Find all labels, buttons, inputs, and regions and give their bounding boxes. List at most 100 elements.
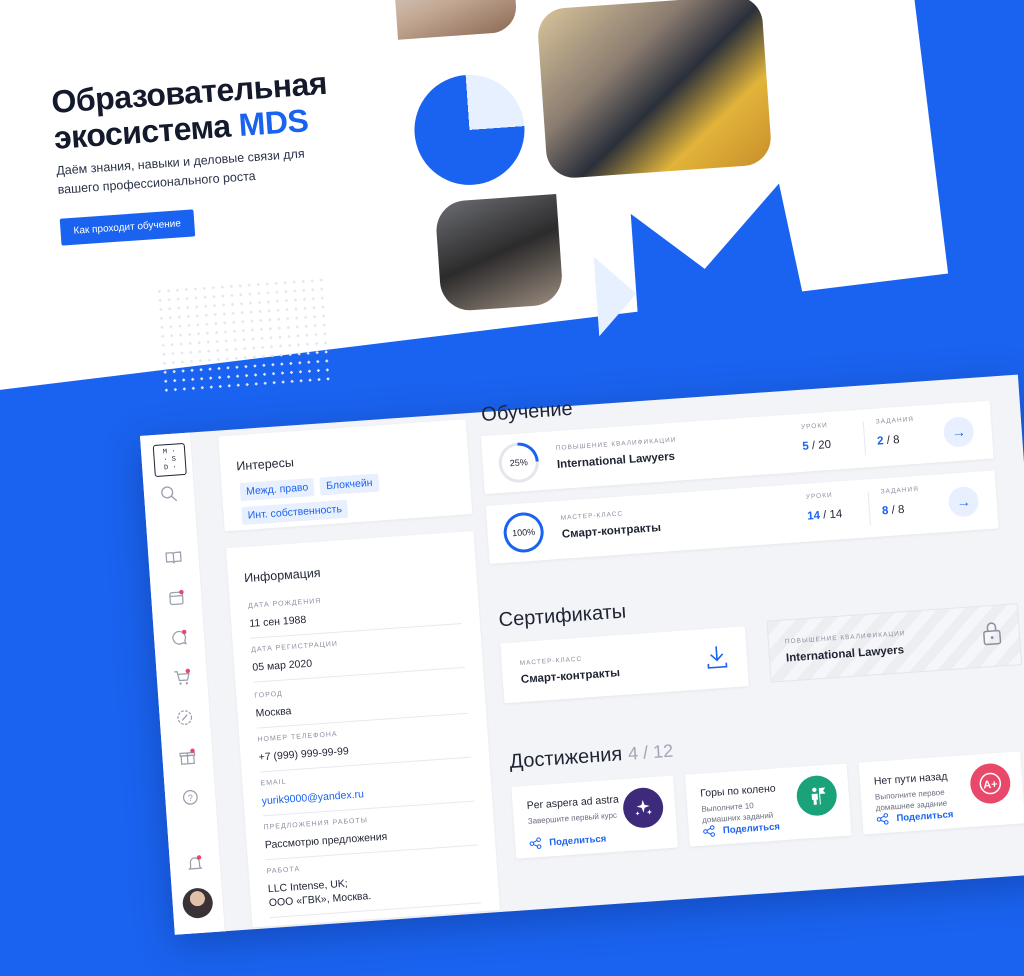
lessons-total: / 14 xyxy=(822,508,843,522)
share-icon xyxy=(703,825,715,837)
info-field-job-offers: ПРЕДЛОЖЕНИЯ РАБОТЫ Рассмотрю предложения xyxy=(263,809,478,861)
info-field-registration: ДАТА РЕГИСТРАЦИИ 05 мар 2020 xyxy=(250,631,465,683)
info-field-birthdate: ДАТА РОЖДЕНИЯ 11 сен 1988 xyxy=(247,588,462,639)
progress-ring: 25% xyxy=(497,441,541,484)
user-avatar[interactable] xyxy=(181,887,214,920)
tasks-label: ЗАДАНИЯ xyxy=(875,415,915,426)
course-kicker: МАСТЕР-КЛАСС xyxy=(560,510,624,522)
photo-man-laptop xyxy=(434,194,564,313)
achievement-desc: Завершите первый курс xyxy=(527,810,618,826)
info-title: Информация xyxy=(243,565,322,586)
lessons-value: 14 / 14 xyxy=(807,508,843,522)
stars-icon xyxy=(621,786,665,830)
interest-tags: Межд. право Блокчейн Инт. собственность xyxy=(239,468,462,526)
achievement-title: Нет пути назад xyxy=(873,770,948,788)
achievements-label: Достижения xyxy=(508,743,623,773)
info-panel: Информация ДАТА РОЖДЕНИЯ 11 сен 1988 ДАТ… xyxy=(226,530,500,928)
tasks-total: / 8 xyxy=(886,434,900,447)
photo-woman-with-phone xyxy=(391,0,518,40)
book-icon[interactable] xyxy=(161,545,187,571)
share-label: Поделиться xyxy=(548,832,607,848)
hero-title: Образовательная экосистема MDS xyxy=(50,65,330,156)
tasks-stat: ЗАДАНИЯ 2 / 8 xyxy=(876,416,916,448)
achievement-title: Per aspera ad astra xyxy=(526,793,620,812)
achievement-card[interactable]: Нет пути назад Выполните первое домашнее… xyxy=(858,751,1024,835)
share-icon xyxy=(529,837,542,849)
course-name: International Lawyers xyxy=(556,450,676,471)
flag-person-icon xyxy=(795,774,839,818)
discount-icon[interactable] xyxy=(172,705,198,731)
stat-divider xyxy=(867,491,872,526)
course-name: Смарт-контракты xyxy=(561,521,662,541)
grade-a-plus-icon: A+ xyxy=(968,762,1012,805)
achievement-title: Горы по колено xyxy=(699,782,777,800)
svg-text:A+: A+ xyxy=(983,779,998,792)
achievements-title: Достижения 4 / 12 xyxy=(509,740,674,774)
learning-title: Обучение xyxy=(480,397,574,427)
bell-icon[interactable] xyxy=(182,850,208,876)
stat-divider xyxy=(862,421,867,456)
field-value: LLC Intense, UK; ООО «ГВК», Москва. xyxy=(267,867,480,910)
cert-name: Смарт-контракты xyxy=(520,667,621,687)
lessons-label: УРОКИ xyxy=(805,491,833,501)
share-icon xyxy=(876,813,889,825)
lessons-stat: УРОКИ 5 / 20 xyxy=(801,422,832,453)
tasks-value: 2 / 8 xyxy=(877,433,916,448)
hero-title-accent: MDS xyxy=(237,102,310,143)
m-logo-shape xyxy=(593,183,809,337)
tasks-stat: ЗАДАНИЯ 8 / 8 xyxy=(880,486,920,518)
share-label: Поделиться xyxy=(896,808,954,824)
tasks-label: ЗАДАНИЯ xyxy=(880,485,920,496)
open-course-arrow-icon[interactable]: → xyxy=(942,415,975,448)
gift-icon[interactable] xyxy=(175,745,201,771)
open-course-arrow-icon[interactable]: → xyxy=(947,485,980,518)
cert-kicker: МАСТЕР-КЛАСС xyxy=(519,655,583,668)
achievement-card[interactable]: Горы по колено Выполните 10 домашних зад… xyxy=(684,763,852,847)
pie-shape xyxy=(410,71,529,189)
achievements-count: 4 / 12 xyxy=(627,740,674,764)
lessons-label: УРОКИ xyxy=(800,422,829,431)
mds-logo[interactable]: M · · SD · xyxy=(152,442,187,478)
interest-tag[interactable]: Блокчейн xyxy=(319,473,380,496)
certificates-title: Сертификаты xyxy=(497,600,627,632)
svg-text:?: ? xyxy=(188,793,194,803)
tasks-value: 8 / 8 xyxy=(882,503,921,518)
tasks-done: 2 xyxy=(876,435,884,448)
lessons-value: 5 / 20 xyxy=(802,439,832,453)
interests-panel: Интересы Межд. право Блокчейн Инт. собст… xyxy=(218,419,473,532)
share-label: Поделиться xyxy=(722,820,781,836)
lock-icon xyxy=(983,622,1002,646)
info-field-email: EMAIL yurik9000@yandex.ru xyxy=(260,765,475,817)
info-field-phone: НОМЕР ТЕЛЕФОНА +7 (999) 999-99-99 xyxy=(257,721,472,773)
interests-title: Интересы xyxy=(235,455,295,474)
cert-kicker: ПОВЫШЕНИЕ КВАЛИФИКАЦИИ xyxy=(784,630,906,646)
help-icon[interactable]: ? xyxy=(178,785,204,811)
lessons-stat: УРОКИ 14 / 14 xyxy=(805,491,843,523)
calendar-icon[interactable] xyxy=(164,585,190,611)
chat-icon[interactable] xyxy=(166,625,192,651)
progress-ring: 100% xyxy=(502,511,546,554)
interest-tag[interactable]: Межд. право xyxy=(239,477,315,502)
progress-label: 100% xyxy=(505,514,542,551)
search-icon[interactable] xyxy=(156,481,182,507)
achievement-card[interactable]: Per aspera ad astra Завершите первый кур… xyxy=(511,775,679,859)
cert-name: International Lawyers xyxy=(785,644,905,665)
hero-section: Образовательная экосистема MDS Даём знан… xyxy=(0,0,849,397)
certificate-card-locked: ПОВЫШЕНИЕ КВАЛИФИКАЦИИ International Law… xyxy=(766,603,1023,683)
photo-people-laughing xyxy=(536,0,773,180)
certificate-card[interactable]: МАСТЕР-КЛАСС Смарт-контракты xyxy=(500,626,749,704)
cart-icon[interactable] xyxy=(169,665,195,691)
info-field-city: ГОРОД Москва xyxy=(254,677,469,729)
info-field-work: РАБОТА LLC Intense, UK; ООО «ГВК», Москв… xyxy=(266,853,482,919)
download-icon[interactable] xyxy=(704,643,730,671)
progress-label: 25% xyxy=(500,444,537,481)
course-kicker: ПОВЫШЕНИЕ КВАЛИФИКАЦИИ xyxy=(555,436,677,453)
lessons-done: 14 xyxy=(806,509,821,523)
how-learning-works-button[interactable]: Как проходит обучение xyxy=(59,209,195,246)
dashboard-window: M · · SD · ? Интересы Межд. право Блокче… xyxy=(140,374,1024,935)
tasks-total: / 8 xyxy=(891,503,905,517)
lessons-total: / 20 xyxy=(811,438,832,453)
dots-pattern xyxy=(154,275,332,397)
share-link[interactable]: Поделиться xyxy=(529,832,607,849)
interest-tag[interactable]: Инт. собственность xyxy=(241,499,349,526)
